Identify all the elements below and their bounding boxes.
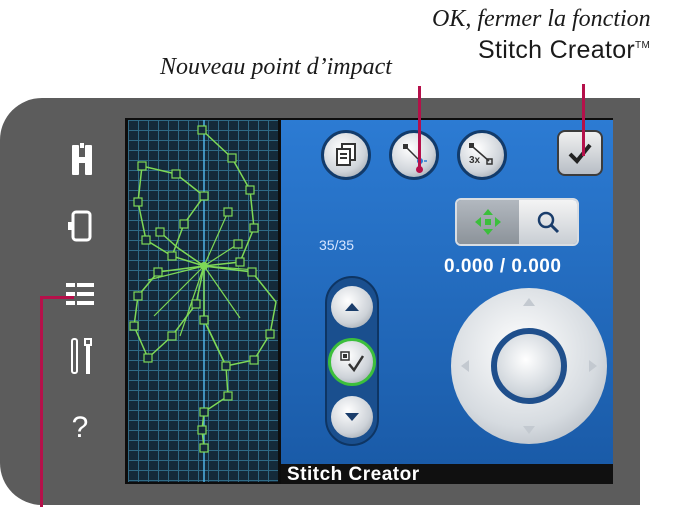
zoom-mode-tab[interactable] bbox=[519, 200, 577, 244]
ok-callout-line2: Stitch CreatorTM bbox=[478, 36, 651, 64]
next-stitch-button[interactable] bbox=[331, 396, 373, 438]
menu-leader-line bbox=[40, 296, 43, 507]
move-mode-tab[interactable] bbox=[457, 200, 519, 244]
search-icon bbox=[537, 211, 560, 234]
new-stitch-point-icon bbox=[403, 144, 427, 164]
new-point-leader-line bbox=[418, 86, 421, 170]
previous-stitch-button[interactable] bbox=[331, 286, 373, 328]
help-icon[interactable]: ? bbox=[60, 408, 100, 448]
status-bar: Stitch Creator bbox=[281, 464, 613, 484]
new-point-callout: Nouveau point d’impact bbox=[160, 54, 392, 80]
new-stitch-point-button[interactable] bbox=[389, 130, 439, 180]
stitch-menu-icon[interactable] bbox=[60, 274, 100, 314]
triple-stitch-button[interactable]: 3x bbox=[457, 130, 507, 180]
stitch-counter: 35/35 bbox=[319, 237, 355, 253]
new-point-leader-dot bbox=[416, 166, 423, 173]
menu-leader-horizontal bbox=[40, 296, 74, 299]
triple-stitch-icon: 3x bbox=[469, 143, 493, 166]
hoop-icon[interactable] bbox=[60, 206, 100, 246]
ok-button[interactable] bbox=[557, 130, 603, 176]
settings-tools-icon[interactable] bbox=[62, 336, 102, 376]
arrow-up-icon bbox=[345, 303, 359, 311]
select-stitch-check-icon bbox=[340, 351, 365, 373]
arrow-down-icon bbox=[345, 413, 359, 421]
stitch-stepper bbox=[325, 276, 379, 446]
duplicate-button[interactable] bbox=[321, 130, 371, 180]
presser-foot-icon[interactable] bbox=[62, 140, 102, 180]
svg-text:3x: 3x bbox=[469, 155, 481, 166]
position-wheel[interactable] bbox=[451, 288, 607, 444]
duplicate-icon bbox=[336, 143, 356, 166]
touch-screen: 3x 35/35 0.000 / 0.000 Stitch Creator bbox=[125, 118, 613, 484]
status-title: Stitch Creator bbox=[287, 464, 420, 484]
move-zoom-toggle bbox=[455, 198, 579, 246]
position-readout: 0.000 / 0.000 bbox=[444, 256, 562, 277]
display-bezel: ? 3x 35/35 0.000 / 0.000 Stitch Creator bbox=[0, 98, 640, 505]
stitch-grid-canvas[interactable] bbox=[128, 120, 278, 482]
wheel-center-button[interactable] bbox=[491, 328, 567, 404]
stitch-creator-panel: 3x 35/35 0.000 / 0.000 bbox=[281, 120, 613, 464]
ok-check-icon bbox=[568, 143, 592, 164]
sewing-machine-display: ? 3x 35/35 0.000 / 0.000 Stitch Creator bbox=[0, 98, 676, 507]
ok-callout-line1: OK, fermer la fonction bbox=[432, 6, 651, 32]
ok-leader-line bbox=[582, 84, 585, 156]
stitch-pattern bbox=[129, 120, 277, 482]
move-arrows-icon bbox=[475, 209, 501, 235]
select-stitch-button[interactable] bbox=[328, 338, 376, 386]
